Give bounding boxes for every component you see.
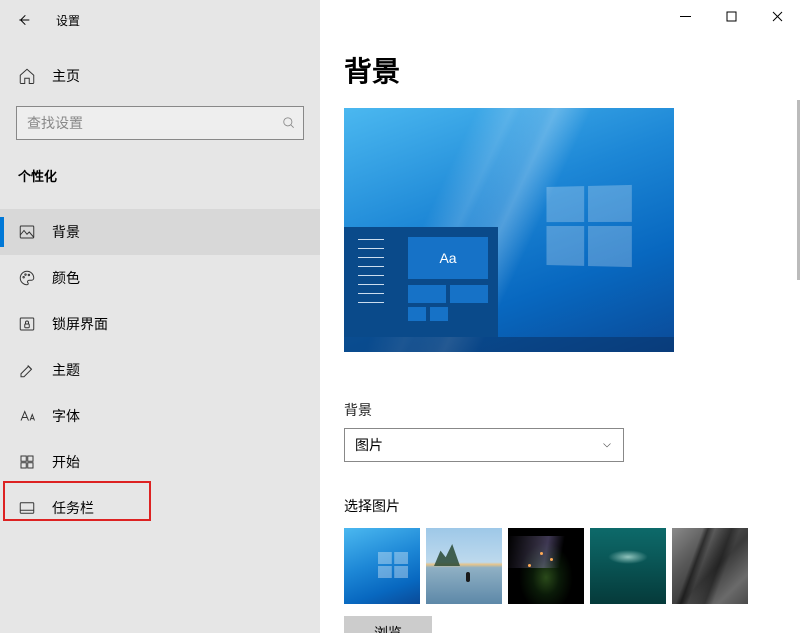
palette-icon — [18, 269, 36, 287]
sidebar-item-label: 主题 — [52, 360, 80, 380]
sidebar-item-label: 开始 — [52, 452, 80, 472]
preview-taskbar — [344, 337, 674, 352]
lockscreen-icon — [18, 315, 36, 333]
sidebar-home-label: 主页 — [52, 66, 80, 86]
picture-thumb-2[interactable] — [426, 528, 502, 604]
back-button[interactable] — [12, 8, 36, 32]
search-box[interactable] — [16, 106, 304, 140]
sidebar-item-fonts[interactable]: 字体 — [0, 393, 320, 439]
sidebar-item-lockscreen[interactable]: 锁屏界面 — [0, 301, 320, 347]
background-type-dropdown[interactable]: 图片 — [344, 428, 624, 462]
titlebar-left: 设置 — [0, 0, 320, 40]
sidebar-item-background[interactable]: 背景 — [0, 209, 320, 255]
maximize-icon — [726, 11, 737, 22]
picture-thumb-4[interactable] — [590, 528, 666, 604]
minimize-button[interactable] — [662, 0, 708, 32]
image-icon — [18, 223, 36, 241]
sidebar-item-label: 颜色 — [52, 268, 80, 288]
close-icon — [772, 11, 783, 22]
sidebar-section-label: 个性化 — [0, 144, 320, 195]
sidebar-home[interactable]: 主页 — [0, 56, 320, 96]
sidebar: 设置 主页 个性化 背景 颜色 锁屏界面 主题 字体 — [0, 0, 320, 633]
taskbar-icon — [18, 499, 36, 517]
page-title: 背景 — [344, 50, 800, 90]
sidebar-item-label: 字体 — [52, 406, 80, 426]
sidebar-item-start[interactable]: 开始 — [0, 439, 320, 485]
search-input[interactable] — [17, 115, 275, 131]
desktop-preview: Aa — [344, 108, 674, 352]
app-title: 设置 — [56, 12, 80, 29]
preview-start-menu: Aa — [344, 227, 498, 337]
sidebar-item-taskbar[interactable]: 任务栏 — [0, 485, 320, 531]
window-controls — [662, 0, 800, 32]
sidebar-item-label: 背景 — [52, 222, 80, 242]
arrow-left-icon — [16, 12, 32, 28]
theme-icon — [18, 361, 36, 379]
dropdown-value: 图片 — [355, 435, 383, 455]
start-icon — [18, 453, 36, 471]
sidebar-item-themes[interactable]: 主题 — [0, 347, 320, 393]
choose-picture-label: 选择图片 — [344, 496, 800, 516]
browse-button[interactable]: 浏览 — [344, 616, 432, 633]
preview-sample-tile: Aa — [408, 237, 488, 279]
picture-thumb-1[interactable] — [344, 528, 420, 604]
home-icon — [18, 67, 36, 85]
windows-logo-icon — [546, 185, 633, 267]
content: 背景 Aa 背景 图片 选择图片 — [320, 0, 800, 633]
search-icon — [275, 116, 303, 130]
picture-thumb-3[interactable] — [508, 528, 584, 604]
sidebar-item-colors[interactable]: 颜色 — [0, 255, 320, 301]
chevron-down-icon — [601, 439, 613, 451]
background-field-label: 背景 — [344, 400, 800, 420]
sidebar-item-label: 任务栏 — [52, 498, 94, 518]
picture-thumb-5[interactable] — [672, 528, 748, 604]
maximize-button[interactable] — [708, 0, 754, 32]
sidebar-item-label: 锁屏界面 — [52, 314, 108, 334]
picture-thumbnails — [344, 528, 800, 604]
sidebar-nav: 背景 颜色 锁屏界面 主题 字体 开始 任务栏 — [0, 209, 320, 531]
minimize-icon — [680, 11, 691, 22]
main: 背景 Aa 背景 图片 选择图片 — [320, 0, 800, 633]
close-button[interactable] — [754, 0, 800, 32]
font-icon — [18, 407, 36, 425]
